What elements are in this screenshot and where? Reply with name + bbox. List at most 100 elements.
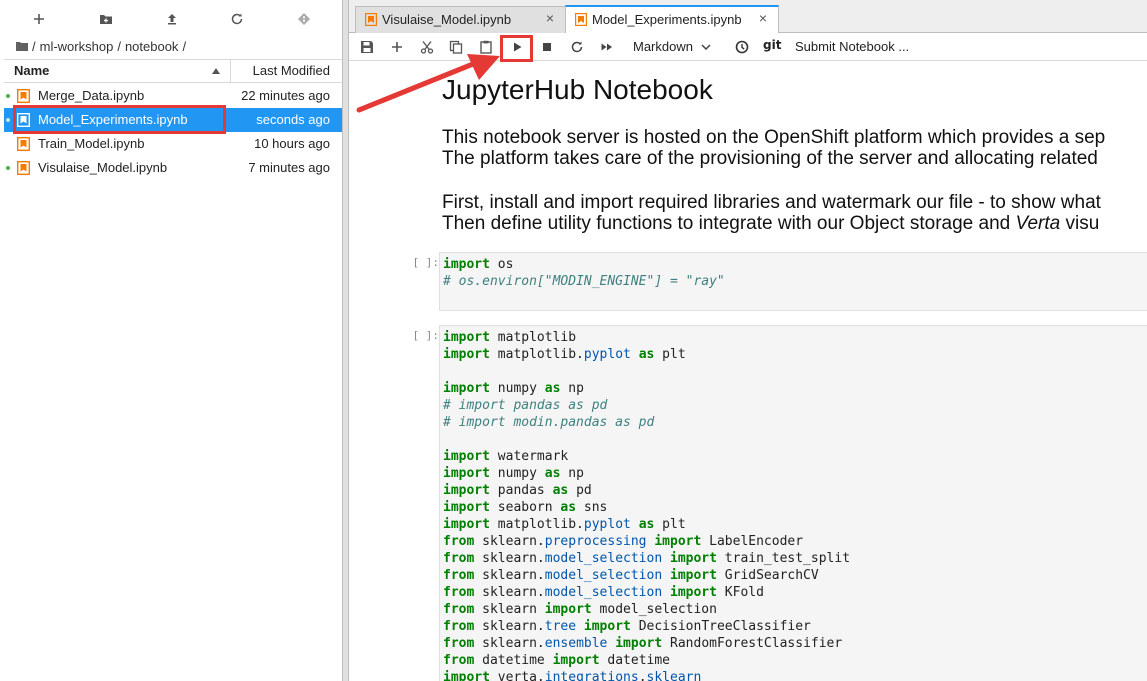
code-token: from — [443, 619, 475, 634]
file-row[interactable]: Model_Experiments.ipynb seconds ago — [4, 108, 342, 132]
file-list: Merge_Data.ipynb 22 minutes ago Model_Expe… — [4, 84, 342, 180]
code-token: model_selection — [591, 602, 717, 617]
code-token: sklearn — [474, 602, 545, 617]
code-line: from sklearn.tree import DecisionTreeCla… — [443, 618, 1145, 635]
run-cell-button[interactable] — [506, 37, 528, 57]
code-token: as — [544, 466, 561, 481]
code-token: import — [670, 551, 717, 566]
name-column-header[interactable]: Name — [4, 60, 230, 82]
code-token: np — [560, 466, 584, 481]
file-row[interactable]: Train_Model.ipynb 10 hours ago — [4, 132, 342, 156]
file-browser-panel: / ml-workshop / notebook / Name Last Mod… — [0, 0, 343, 681]
code-line: import pandas as pd — [443, 482, 1145, 499]
code-token: plt — [654, 517, 686, 532]
code-token: as — [638, 347, 655, 362]
tab-visulaise-model[interactable]: Visulaise_Model.ipynb × — [355, 6, 566, 33]
code-token: model_selection — [544, 585, 663, 600]
paste-button[interactable] — [475, 37, 497, 57]
cut-button[interactable] — [416, 37, 438, 57]
code-token: preprocessing — [544, 534, 647, 549]
code-token: KFold — [716, 585, 764, 600]
folder-icon[interactable] — [16, 41, 28, 51]
intro-paragraph-line: The platform takes care of the provision… — [442, 148, 1098, 169]
code-token: import — [443, 670, 490, 681]
code-line: import numpy as np — [443, 380, 1145, 397]
code-token: from — [443, 568, 475, 583]
code-line: # import pandas as pd — [443, 397, 1145, 414]
tab-close-icon[interactable]: × — [756, 10, 770, 26]
modified-header-label: Last Modified — [252, 63, 330, 78]
sort-ascending-icon — [212, 68, 220, 74]
notebook-icon — [17, 137, 30, 151]
code-token: watermark — [489, 449, 569, 464]
code-token: GridSearchCV — [716, 568, 819, 583]
restart-icon — [571, 41, 583, 53]
code-editor[interactable]: import os # os.environ["MODIN_ENGINE"] = … — [439, 252, 1147, 311]
file-name: Train_Model.ipynb — [38, 136, 145, 151]
code-token: as — [560, 500, 577, 515]
execution-time-button[interactable] — [731, 37, 753, 57]
code-token: matplotlib. — [489, 517, 584, 532]
code-line: import numpy as np — [443, 465, 1145, 482]
git-clone-button[interactable] — [293, 8, 315, 30]
cell-type-select[interactable]: Markdown — [633, 37, 711, 57]
modified-column-header[interactable]: Last Modified — [230, 60, 342, 82]
setup-text: Then define utility functions to integra… — [442, 213, 1016, 234]
refresh-button[interactable] — [226, 8, 248, 30]
submit-notebook-button[interactable]: Submit Notebook ... — [795, 37, 909, 57]
code-token: sklearn. — [474, 568, 545, 583]
breadcrumb-ml-workshop[interactable]: ml-workshop — [40, 39, 114, 54]
stop-icon — [543, 43, 551, 51]
code-line: import matplotlib.pyplot as plt — [443, 346, 1145, 363]
file-modified: seconds ago — [256, 112, 330, 127]
code-token: matplotlib — [489, 330, 577, 345]
copy-icon — [449, 40, 463, 54]
code-token: import — [443, 381, 490, 396]
breadcrumb-notebook[interactable]: notebook — [125, 39, 179, 54]
copy-button[interactable] — [445, 37, 467, 57]
save-button[interactable] — [356, 37, 378, 57]
notebook-icon — [575, 13, 587, 26]
code-token: train_test_split — [716, 551, 851, 566]
file-row[interactable]: Merge_Data.ipynb 22 minutes ago — [4, 84, 342, 108]
code-token: LabelEncoder — [701, 534, 804, 549]
file-modified: 10 hours ago — [254, 136, 330, 151]
plus-icon — [392, 42, 402, 52]
code-line: from datetime import datetime — [443, 652, 1145, 669]
tab-label: Model_Experiments.ipynb — [592, 12, 742, 27]
code-editor[interactable]: import matplotlib import matplotlib.pyplo… — [439, 325, 1147, 681]
git-button[interactable]: git — [763, 38, 781, 52]
code-token: datetime — [474, 653, 553, 668]
code-token: from — [443, 585, 475, 600]
restart-kernel-button[interactable] — [566, 37, 588, 57]
new-folder-button[interactable] — [95, 8, 117, 30]
file-modified: 7 minutes ago — [248, 160, 330, 175]
code-line: import os — [443, 256, 1145, 273]
tab-model-experiments[interactable]: Model_Experiments.ipynb × — [565, 5, 779, 33]
code-token: import — [443, 500, 490, 515]
upload-button[interactable] — [161, 8, 183, 30]
code-token: import — [670, 568, 717, 583]
code-token: numpy — [489, 381, 545, 396]
tab-close-icon[interactable]: × — [543, 10, 557, 26]
notebook-content: JupyterHub Notebook This notebook server… — [349, 62, 1147, 681]
code-token: ensemble — [544, 636, 608, 651]
restart-run-all-button[interactable] — [596, 37, 618, 57]
interrupt-kernel-button[interactable] — [536, 37, 558, 57]
new-launcher-button[interactable] — [28, 8, 50, 30]
file-row[interactable]: Visulaise_Model.ipynb 7 minutes ago — [4, 156, 342, 180]
clock-icon — [735, 40, 749, 54]
code-token: datetime — [599, 653, 671, 668]
code-token: sklearn. — [474, 585, 545, 600]
code-token: pandas — [489, 483, 553, 498]
code-line: from sklearn.model_selection import Grid… — [443, 567, 1145, 584]
code-token: import — [654, 534, 702, 549]
code-token: sklearn. — [474, 534, 545, 549]
cell-prompt: [ ]: — [412, 256, 440, 269]
insert-cell-button[interactable] — [386, 37, 408, 57]
code-line: from sklearn import model_selection — [443, 601, 1145, 618]
